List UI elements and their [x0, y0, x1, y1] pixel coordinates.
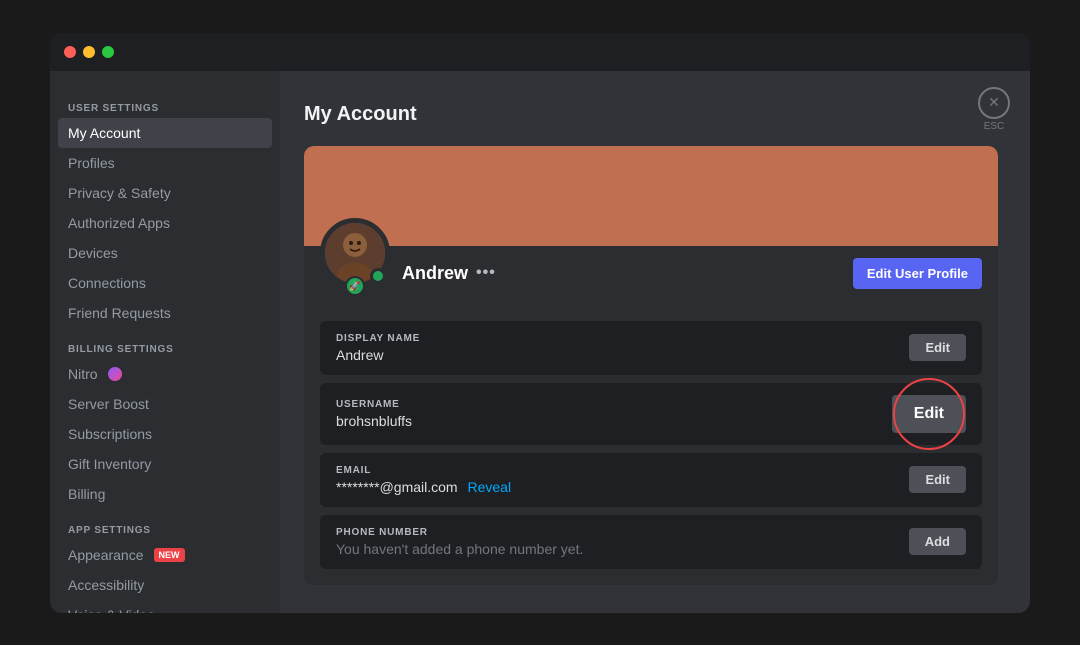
sidebar-item-profiles[interactable]: Profiles: [58, 148, 272, 178]
profile-card: 🚀 Andrew ••• Edit User Profile: [304, 146, 998, 585]
avatar-wrapper: 🚀: [320, 218, 390, 288]
billing-settings-label: Billing Settings: [58, 336, 272, 359]
sidebar-item-appearance[interactable]: Appearance NEW: [58, 540, 272, 570]
phone-group: Phone Number You haven't added a phone n…: [336, 527, 583, 557]
username-field-row: Username brohsnbluffs Edit: [320, 383, 982, 445]
email-group: Email ********@gmail.com Reveal: [336, 465, 511, 495]
edit-profile-button[interactable]: Edit User Profile: [853, 258, 982, 289]
title-bar: [50, 33, 1030, 71]
sidebar-item-label: Gift Inventory: [68, 456, 151, 472]
username-value: brohsnbluffs: [336, 413, 412, 429]
email-field-row: Email ********@gmail.com Reveal Edit: [320, 453, 982, 507]
sidebar-item-devices[interactable]: Devices: [58, 238, 272, 268]
account-fields: Display Name Andrew Edit Username brohsn…: [304, 305, 998, 585]
username-label: Username: [336, 399, 412, 410]
esc-button[interactable]: ✕ ESC: [978, 87, 1010, 132]
sidebar-item-label: Accessibility: [68, 577, 144, 593]
new-badge: NEW: [154, 548, 185, 562]
window-body: User Settings My Account Profiles Privac…: [50, 71, 1030, 613]
esc-circle-icon: ✕: [978, 87, 1010, 119]
nitro-icon: [108, 367, 122, 381]
phone-field-row: Phone Number You haven't added a phone n…: [320, 515, 982, 569]
traffic-lights: [64, 46, 114, 58]
phone-value: You haven't added a phone number yet.: [336, 541, 583, 557]
sidebar-item-label: Authorized Apps: [68, 215, 170, 231]
sidebar-item-label: Voice & Video: [68, 607, 155, 613]
display-name: Andrew: [402, 263, 468, 284]
minimize-button[interactable]: [83, 46, 95, 58]
page-title: My Account: [304, 103, 998, 126]
sidebar-item-privacy-safety[interactable]: Privacy & Safety: [58, 178, 272, 208]
username-edit-button[interactable]: Edit: [892, 395, 966, 433]
username-edit-wrapper: Edit: [892, 395, 966, 433]
email-edit-button[interactable]: Edit: [909, 466, 966, 493]
sidebar-item-label: Nitro: [68, 366, 98, 382]
sidebar-item-voice-video[interactable]: Voice & Video: [58, 600, 272, 613]
profile-info-row: 🚀 Andrew ••• Edit User Profile: [304, 246, 998, 305]
phone-add-button[interactable]: Add: [909, 528, 966, 555]
sidebar-item-label: Billing: [68, 486, 105, 502]
email-value: ********@gmail.com Reveal: [336, 479, 511, 495]
sidebar-item-accessibility[interactable]: Accessibility: [58, 570, 272, 600]
sidebar-item-friend-requests[interactable]: Friend Requests: [58, 298, 272, 328]
sidebar-item-label: Subscriptions: [68, 426, 152, 442]
display-name-label: Display Name: [336, 333, 420, 344]
main-content: ✕ ESC My Account: [280, 71, 1030, 613]
esc-label: ESC: [984, 121, 1005, 132]
phone-label: Phone Number: [336, 527, 583, 538]
sidebar-item-nitro[interactable]: Nitro: [58, 359, 272, 389]
sidebar-item-label: Appearance: [68, 547, 144, 563]
sidebar-item-label: Privacy & Safety: [68, 185, 171, 201]
maximize-button[interactable]: [102, 46, 114, 58]
reveal-link[interactable]: Reveal: [467, 479, 511, 495]
sidebar-item-label: Friend Requests: [68, 305, 171, 321]
profile-banner: [304, 146, 998, 246]
username-group: Username brohsnbluffs: [336, 399, 412, 429]
sidebar-item-server-boost[interactable]: Server Boost: [58, 389, 272, 419]
sidebar-item-gift-inventory[interactable]: Gift Inventory: [58, 449, 272, 479]
sidebar-item-label: Profiles: [68, 155, 115, 171]
display-name-edit-button[interactable]: Edit: [909, 334, 966, 361]
sidebar-item-subscriptions[interactable]: Subscriptions: [58, 419, 272, 449]
sidebar-item-authorized-apps[interactable]: Authorized Apps: [58, 208, 272, 238]
app-settings-label: App Settings: [58, 517, 272, 540]
display-name-group: Display Name Andrew: [336, 333, 420, 363]
profile-name-area: Andrew •••: [402, 251, 853, 284]
display-name-field-row: Display Name Andrew Edit: [320, 321, 982, 375]
close-button[interactable]: [64, 46, 76, 58]
sidebar-item-label: My Account: [68, 125, 140, 141]
sidebar-item-label: Connections: [68, 275, 146, 291]
profile-dots: •••: [476, 264, 496, 282]
sidebar-item-label: Server Boost: [68, 396, 149, 412]
sidebar-item-label: Devices: [68, 245, 118, 261]
sidebar-item-billing[interactable]: Billing: [58, 479, 272, 509]
sidebar-item-connections[interactable]: Connections: [58, 268, 272, 298]
profile-name: Andrew •••: [402, 263, 853, 284]
sidebar-item-my-account[interactable]: My Account: [58, 118, 272, 148]
display-name-value: Andrew: [336, 347, 420, 363]
sidebar: User Settings My Account Profiles Privac…: [50, 71, 280, 613]
user-settings-label: User Settings: [58, 95, 272, 118]
online-badge: [370, 268, 386, 284]
app-window: User Settings My Account Profiles Privac…: [50, 33, 1030, 613]
nitro-server-badge: 🚀: [345, 276, 365, 296]
email-label: Email: [336, 465, 511, 476]
